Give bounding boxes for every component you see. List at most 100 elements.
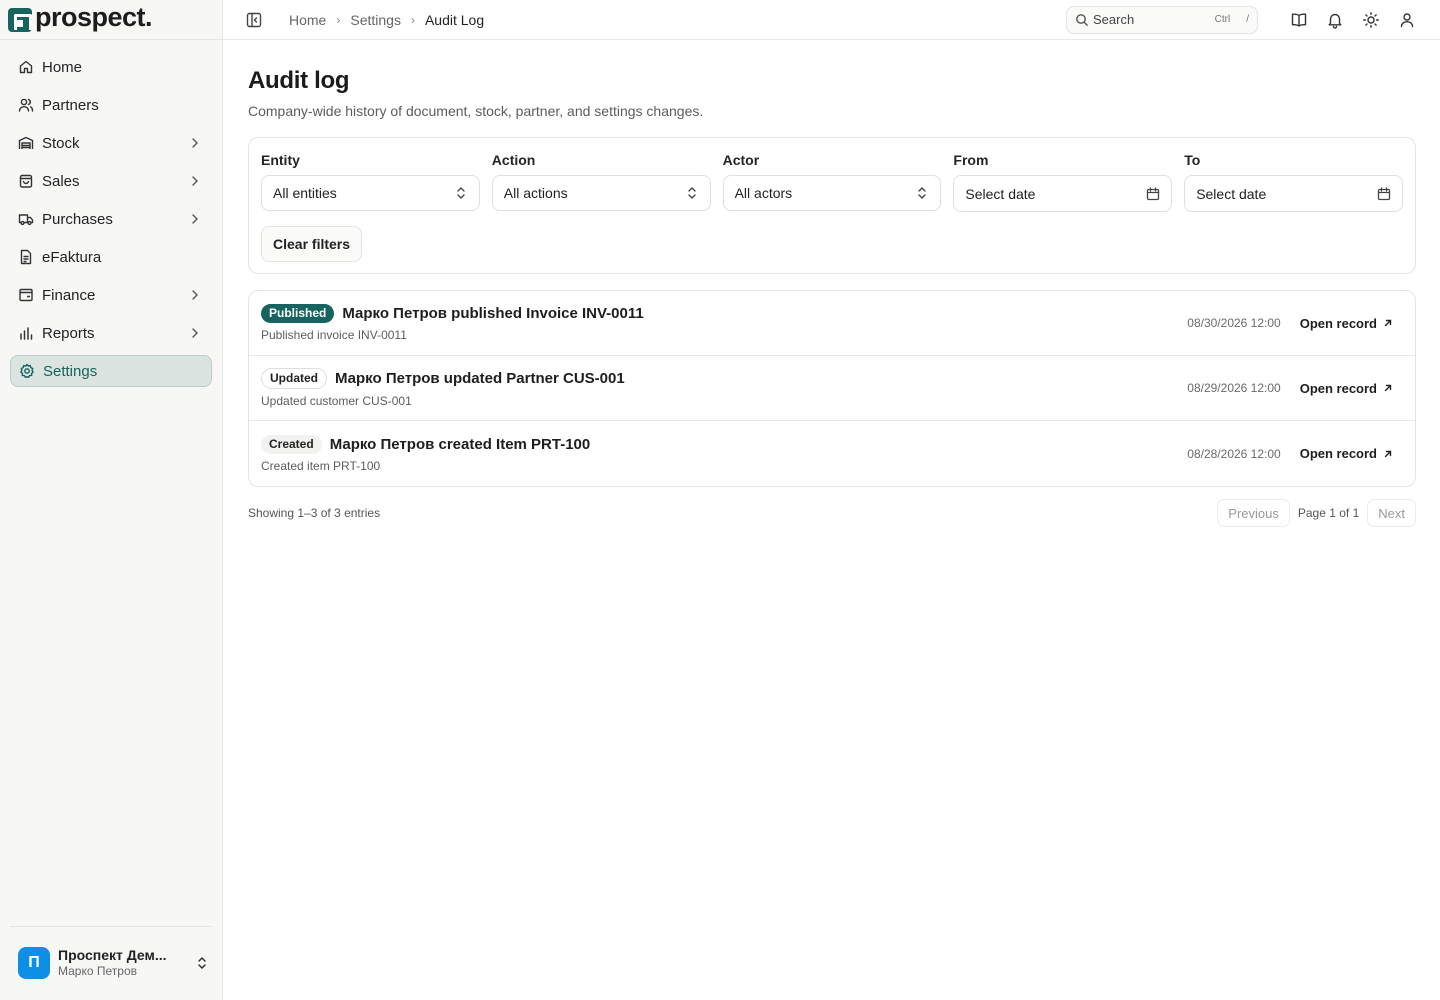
chevron-right-icon: [192, 176, 198, 186]
filter-actor: Actor All actors: [722, 152, 942, 212]
sidebar-item-home[interactable]: Home: [10, 51, 212, 83]
open-record-link[interactable]: Open record: [1300, 316, 1394, 331]
sidebar-item-label: eFaktura: [42, 248, 102, 266]
arrow-up-right-icon: [1384, 450, 1392, 457]
log-entry-description: Published invoice INV-0011: [261, 328, 407, 342]
org-user: Марко Петров: [58, 964, 137, 979]
page-title: Audit log: [248, 67, 350, 94]
warehouse-icon: [18, 135, 34, 151]
filters-panel: Entity All entities Action All actions A…: [248, 137, 1416, 274]
sidebar-item-label: Partners: [42, 96, 99, 114]
book-open-icon[interactable]: [1290, 11, 1308, 29]
status-badge: Created: [261, 434, 322, 454]
sidebar-item-stock[interactable]: Stock: [10, 127, 212, 159]
from-date-placeholder: Select date: [965, 185, 1036, 202]
log-entry-description: Updated customer CUS-001: [261, 394, 412, 408]
wallet-icon: [18, 287, 34, 303]
next-page-button[interactable]: Next: [1367, 499, 1416, 527]
log-entry-title: Марко Петров updated Partner CUS-001: [335, 370, 625, 387]
bell-icon[interactable]: [1326, 11, 1344, 29]
org-avatar: П: [18, 947, 50, 979]
sidebar-item-label: Finance: [42, 286, 96, 304]
action-select[interactable]: All actions: [491, 175, 711, 211]
gear-icon: [19, 363, 35, 379]
filter-from-label: From: [953, 152, 989, 168]
log-entry-timestamp: 08/28/2026 12:00: [1187, 446, 1281, 461]
file-text-icon: [18, 249, 34, 265]
chevrons-up-down-icon: [198, 957, 206, 969]
chevron-right-icon: [192, 328, 198, 338]
open-record-label: Open record: [1299, 315, 1377, 331]
status-badge: Updated: [261, 368, 327, 389]
chevron-right-icon: [192, 290, 198, 300]
chevron-right-icon: [192, 214, 198, 224]
bar-chart-icon: [18, 325, 34, 341]
sidebar-item-finance[interactable]: Finance: [10, 279, 212, 311]
search-icon: [1076, 13, 1088, 26]
sidebar-nav: Home Partners Stock Sales Purchases eFak…: [0, 40, 222, 387]
actor-select[interactable]: All actors: [722, 175, 942, 211]
log-entry-description: Created item PRT-100: [261, 458, 381, 473]
sidebar-toggle-icon[interactable]: [245, 11, 263, 29]
list-item: Created Марко Петров created Item PRT-10…: [249, 421, 1415, 486]
filter-from: From Select date: [953, 152, 1173, 212]
calendar-icon: [1147, 186, 1160, 200]
chevron-right-icon: ›: [410, 12, 415, 27]
user-icon[interactable]: [1398, 11, 1416, 29]
sidebar-item-label: Settings: [43, 362, 98, 380]
log-entry-timestamp: 08/29/2026 12:00: [1187, 381, 1281, 395]
open-record-link[interactable]: Open record: [1300, 381, 1394, 396]
clear-filters-button[interactable]: Clear filters: [261, 226, 363, 262]
sidebar-item-reports[interactable]: Reports: [10, 317, 212, 349]
sidebar-item-label: Reports: [42, 324, 95, 342]
log-entry-title: Марко Петров published Invoice INV-0011: [342, 305, 644, 322]
filter-to-label: To: [1184, 152, 1201, 168]
main-area: Home › Settings › Audit Log Search Ctrl …: [223, 0, 1440, 1000]
open-record-label: Open record: [1299, 380, 1377, 396]
sidebar-item-efaktura[interactable]: eFaktura: [10, 241, 212, 273]
chevron-right-icon: [192, 138, 198, 148]
log-entry-title: Марко Петров created Item PRT-100: [329, 435, 591, 453]
chevrons-up-down-icon: [687, 187, 696, 199]
sidebar-item-partners[interactable]: Partners: [10, 89, 212, 121]
filter-actor-label: Actor: [722, 152, 760, 168]
logo[interactable]: prospect.: [0, 0, 222, 40]
sidebar-item-label: Stock: [42, 134, 80, 152]
breadcrumb-settings[interactable]: Settings: [350, 12, 401, 28]
calendar-icon: [1377, 186, 1391, 200]
from-date-picker[interactable]: Select date: [953, 175, 1173, 212]
sidebar-item-settings[interactable]: Settings: [10, 355, 212, 387]
list-item: Published Марко Петров published Invoice…: [249, 291, 1415, 356]
audit-log-page: Audit log Company-wide history of docume…: [223, 67, 1440, 527]
open-record-link[interactable]: Open record: [1300, 446, 1394, 461]
to-date-picker[interactable]: Select date: [1184, 175, 1403, 212]
filter-action: Action All actions: [491, 152, 711, 212]
pagination: Showing 1–3 of 3 entries Previous Page 1…: [248, 499, 1416, 527]
log-entry-timestamp: 08/30/2026 12:00: [1187, 316, 1281, 330]
sidebar-item-label: Sales: [42, 172, 80, 190]
search-input[interactable]: Search Ctrl /: [1066, 5, 1258, 34]
org-switcher[interactable]: П Проспект Дем... Марко Петров: [10, 926, 212, 979]
sidebar-item-sales[interactable]: Sales: [10, 165, 212, 197]
shortcut-ctrl: Ctrl: [1214, 14, 1231, 25]
shortcut-key: /: [1246, 14, 1249, 25]
actor-select-value: All actors: [734, 185, 793, 201]
sidebar: prospect. Home Partners Stock Sales Purc…: [0, 0, 223, 1000]
filter-action-label: Action: [491, 152, 536, 168]
arrow-up-right-icon: [1384, 384, 1392, 392]
previous-page-button[interactable]: Previous: [1217, 499, 1290, 527]
action-select-value: All actions: [503, 185, 568, 201]
breadcrumb: Home › Settings › Audit Log: [289, 12, 1066, 28]
sidebar-item-purchases[interactable]: Purchases: [10, 203, 212, 235]
status-badge: Published: [261, 304, 335, 323]
logo-mark-icon: [8, 7, 32, 32]
sun-icon[interactable]: [1362, 11, 1380, 29]
to-date-placeholder: Select date: [1196, 185, 1267, 202]
entity-select[interactable]: All entities: [261, 175, 480, 211]
sidebar-item-label: Home: [42, 58, 83, 76]
chevrons-up-down-icon: [918, 187, 927, 199]
entity-select-value: All entities: [273, 185, 337, 201]
page-subtitle: Company-wide history of document, stock,…: [248, 103, 704, 119]
entries-count: Showing 1–3 of 3 entries: [248, 506, 381, 520]
breadcrumb-home[interactable]: Home: [289, 12, 326, 28]
